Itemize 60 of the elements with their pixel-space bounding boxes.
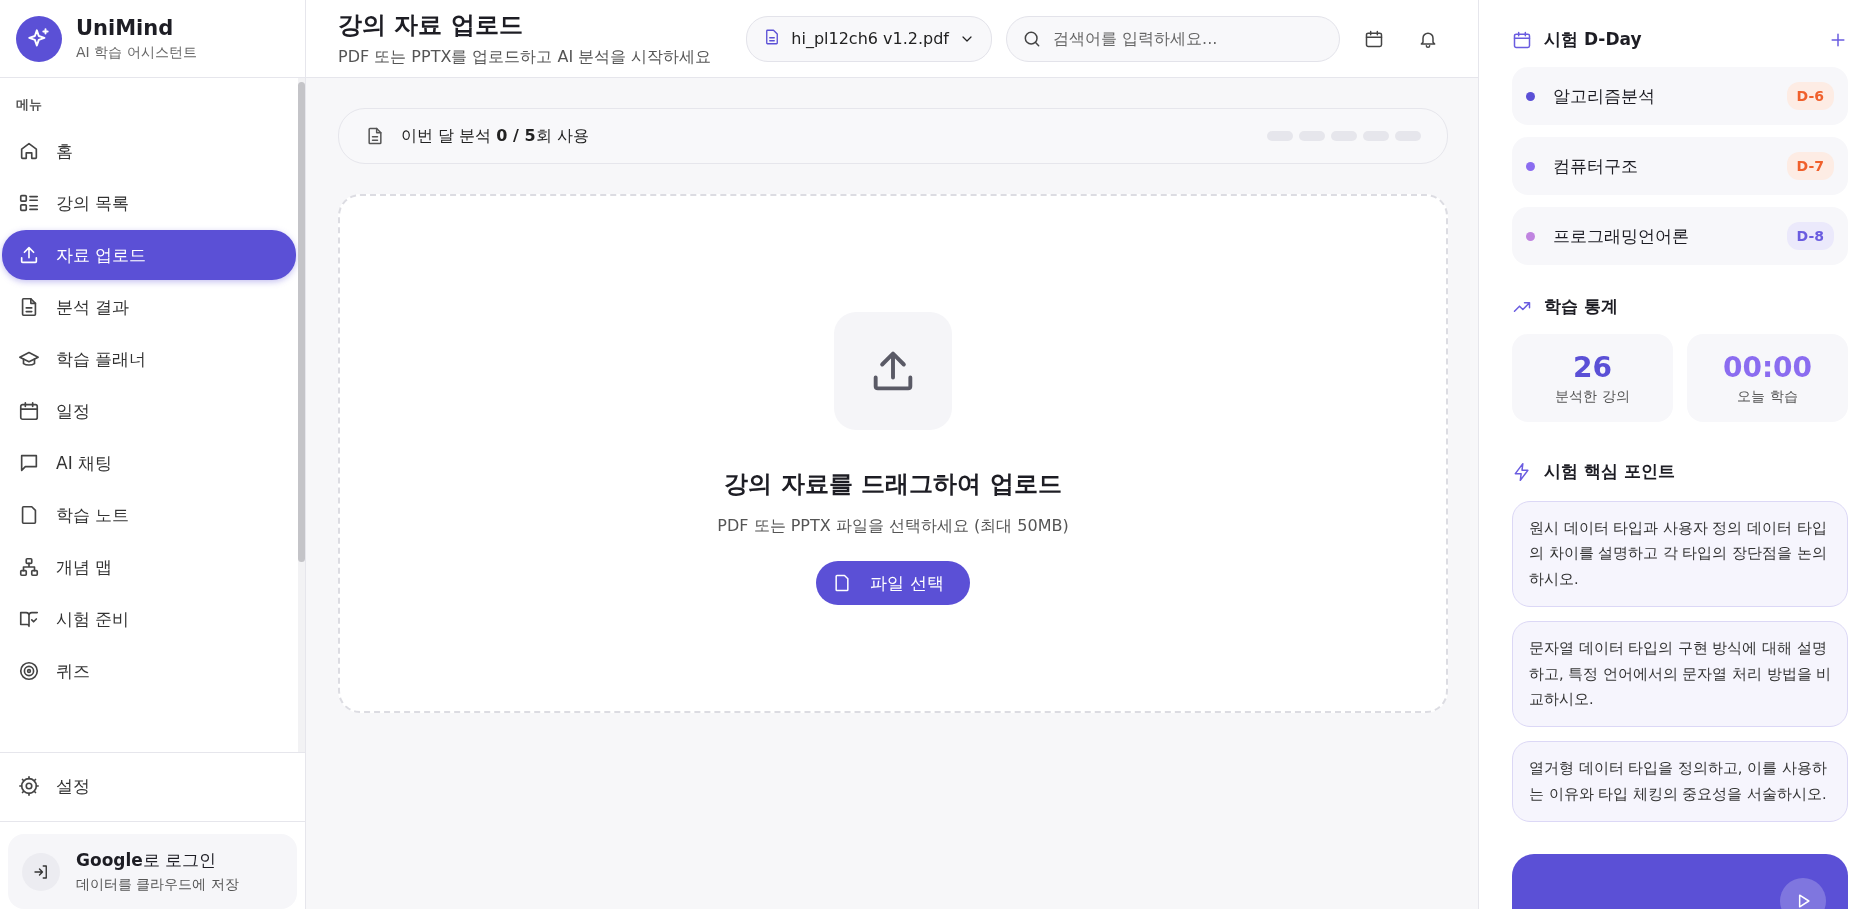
upload-icon — [18, 244, 40, 266]
page-subtitle: PDF 또는 PPTX를 업로드하고 AI 분석을 시작하세요 — [338, 47, 713, 68]
login-subtitle: 데이터를 클라우드에 저장 — [76, 876, 239, 894]
calendar-icon — [18, 400, 40, 422]
section-title: 학습 통계 — [1544, 295, 1619, 318]
chat-bubble-icon — [18, 452, 40, 474]
drop-zone-hint: PDF 또는 PPTX 파일을 선택하세요 (최대 50MB) — [717, 516, 1069, 537]
nav-item[interactable]: 홈 — [2, 126, 296, 176]
exam-name: 컴퓨터구조 — [1553, 154, 1639, 178]
target-icon — [18, 660, 40, 682]
login-title: Google로 로그인 — [76, 849, 218, 872]
file-dropdown[interactable]: hi_pl12ch6 v1.2.pdf — [746, 15, 992, 62]
nav-item[interactable]: 강의 목록 — [2, 178, 296, 228]
drop-zone[interactable]: 강의 자료를 드래그하여 업로드 PDF 또는 PPTX 파일을 선택하세요 (최대 50MB) 파일 선택 — [338, 194, 1448, 713]
nav-item[interactable]: 학습 노트 — [2, 490, 296, 540]
key-point-card: 문자열 데이터 타입의 구현 방식에 대해 설명하고, 특정 언어에서의 문자열 처리 방법을 비교하시오. — [1512, 621, 1848, 728]
app-tagline: AI 학습 어시스턴트 — [76, 43, 197, 62]
stat-value: 00:00 — [1722, 350, 1813, 384]
d-day-badge: D-8 — [1786, 222, 1834, 250]
calendar-icon — [1364, 28, 1384, 49]
stat-value: 26 — [1573, 350, 1612, 384]
lightning-icon — [1512, 461, 1532, 482]
nav-item[interactable]: 퀴즈 — [2, 646, 296, 696]
nav-item[interactable]: 일정 — [2, 386, 296, 436]
home-icon — [18, 140, 40, 162]
nav-item[interactable]: 분석 결과 — [2, 282, 296, 332]
page-title: 강의 자료 업로드 — [338, 10, 524, 41]
section-label: 메뉴 — [15, 96, 43, 114]
nav-item[interactable]: 자료 업로드 — [2, 230, 296, 280]
file-select-button[interactable]: 파일 선택 — [816, 561, 970, 605]
calendar-icon — [1512, 29, 1532, 50]
nav-item[interactable]: AI 채팅 — [2, 438, 296, 488]
key-point-card: 원시 데이터 타입과 사용자 정의 데이터 타입의 차이를 설명하고 각 타입의 장단점을 논의하시오. — [1512, 501, 1848, 608]
exam-name: 프로그래밍언어론 — [1553, 224, 1690, 248]
section-title: 시험 D-Day — [1544, 28, 1643, 51]
google-login-button[interactable]: Google로 로그인 데이터를 클라우드에 저장 — [8, 834, 297, 909]
d-day-badge: D-7 — [1786, 152, 1834, 180]
exam-card[interactable]: 프로그래밍언어론 D-8 — [1512, 207, 1848, 265]
drop-zone-title: 강의 자료를 드래그하여 업로드 — [724, 469, 1062, 500]
d-day-badge: D-6 — [1786, 82, 1834, 110]
settings-icon — [18, 775, 40, 797]
key-point-card: 열거형 데이터 타입을 정의하고, 이를 사용하는 이유와 타입 체킹의 중요성을 서술하시오. — [1512, 741, 1848, 822]
sign-in-icon — [32, 862, 50, 881]
hierarchy-icon — [18, 556, 40, 578]
stat-label: 분석한 강의 — [1555, 387, 1630, 406]
app-name: UniMind — [76, 15, 175, 40]
settings-item[interactable]: 설정 — [2, 761, 303, 811]
nav-item[interactable]: 개념 맵 — [2, 542, 296, 592]
exam-name: 알고리즘분석 — [1553, 84, 1656, 108]
document-icon — [365, 126, 385, 146]
section-title: 시험 핵심 포인트 — [1544, 460, 1676, 483]
usage-text: 이번 달 분석 0 / 5회 사용 — [401, 125, 590, 147]
exam-card[interactable]: 컴퓨터구조 D-7 — [1512, 137, 1848, 195]
search-field[interactable]: 검색어를 입력하세요... — [1006, 15, 1340, 62]
nav-item[interactable]: 시험 준비 — [2, 594, 296, 644]
scrollbar-thumb[interactable] — [298, 82, 305, 562]
nav-item[interactable]: 학습 플래너 — [2, 334, 296, 384]
stat-label: 오늘 학습 — [1737, 387, 1798, 406]
exam-card[interactable]: 알고리즘분석 D-6 — [1512, 67, 1848, 125]
list-icon — [18, 192, 40, 214]
